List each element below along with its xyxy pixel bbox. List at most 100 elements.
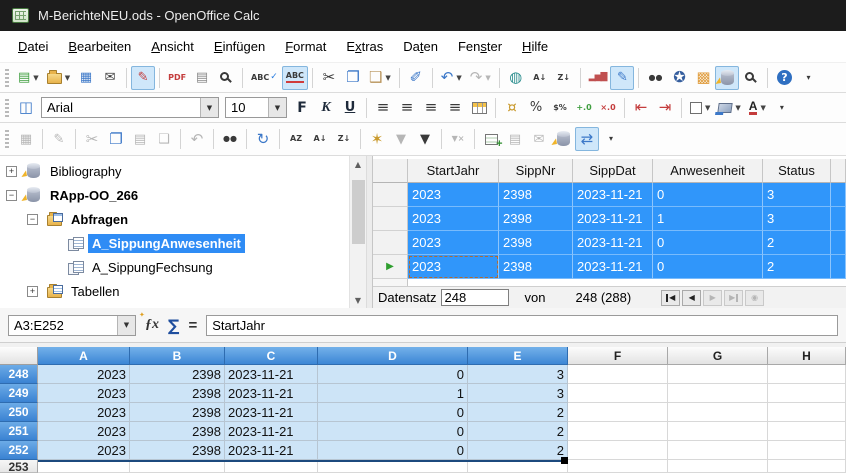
cell-G251[interactable] xyxy=(668,422,768,441)
expand-icon[interactable]: + xyxy=(27,286,38,297)
grid-cell-r0-status[interactable]: 3 xyxy=(763,183,831,207)
grid-cell-r2-sippnr[interactable]: 2398 xyxy=(499,231,573,255)
standard-format-button[interactable]: $% xyxy=(548,96,572,120)
cell-E252[interactable]: 2 xyxy=(468,441,568,460)
cell-F250[interactable] xyxy=(568,403,668,422)
current-document-datasource-button[interactable] xyxy=(551,127,575,151)
column-header-a[interactable]: A xyxy=(38,347,130,365)
underline-button[interactable]: U xyxy=(338,96,362,120)
grid-cell-r0-sippnr[interactable]: 2398 xyxy=(499,183,573,207)
cell-F252[interactable] xyxy=(568,441,668,460)
cell-G249[interactable] xyxy=(668,384,768,403)
new-document-button[interactable]: ▤▼ xyxy=(14,66,43,90)
menu-item-hilfe[interactable]: Hilfe xyxy=(512,33,558,60)
print-file-button[interactable]: ▤ xyxy=(190,66,214,90)
record-number-input[interactable] xyxy=(441,289,509,306)
save-document-button[interactable]: ▦ xyxy=(74,66,98,90)
select-all-corner[interactable] xyxy=(0,347,38,365)
sort-descending-button[interactable]: Z↓ xyxy=(332,127,356,151)
menu-item-bearbeiten[interactable]: Bearbeiten xyxy=(58,33,141,60)
grid-cell-r2-startjahr[interactable]: 2023 xyxy=(408,231,499,255)
row-header-252[interactable]: 252 xyxy=(0,441,38,460)
grid-row-selector[interactable] xyxy=(373,231,408,255)
grid-cell-r1-anwesenheit[interactable]: 1 xyxy=(653,207,763,231)
chevron-down-icon[interactable]: ▼ xyxy=(117,316,135,335)
previous-record-button[interactable]: ◀ xyxy=(682,290,701,306)
font-size-combobox[interactable]: 10 ▼ xyxy=(225,97,287,118)
grid-cell-r3-startjahr[interactable]: 2023 xyxy=(408,255,499,279)
scrollbar-thumb[interactable] xyxy=(352,180,365,244)
cell-D248[interactable]: 0 xyxy=(318,365,468,384)
auto-spellcheck-button[interactable]: ABC xyxy=(282,66,308,90)
merge-cells-button[interactable] xyxy=(467,96,491,120)
cell-A252[interactable]: 2023 xyxy=(38,441,130,460)
column-header-g[interactable]: G xyxy=(668,347,768,365)
row-header-248[interactable]: 248 xyxy=(0,365,38,384)
row-header-253[interactable]: 253 xyxy=(0,460,38,473)
cell-C248[interactable]: 2023-11-21 xyxy=(225,365,318,384)
name-box[interactable]: A3:E252 ▼ xyxy=(8,315,136,336)
show-draw-functions-button[interactable]: ✎ xyxy=(610,66,634,90)
standard-filter-button[interactable]: ▼ xyxy=(413,127,437,151)
increase-indent-button[interactable]: ⇥ xyxy=(653,96,677,120)
bold-button[interactable]: F xyxy=(290,96,314,120)
cell-H249[interactable] xyxy=(768,384,846,403)
tree-item-bibliography[interactable]: +Bibliography xyxy=(0,159,349,183)
cell-D251[interactable]: 0 xyxy=(318,422,468,441)
cell-A248[interactable]: 2023 xyxy=(38,365,130,384)
cell-B249[interactable]: 2398 xyxy=(130,384,225,403)
selection-handle[interactable] xyxy=(561,457,568,464)
tree-item-rapp-oo-266[interactable]: −RApp-OO_266 xyxy=(0,183,349,207)
grid-cell-r3-sippdat[interactable]: 2023-11-21 xyxy=(573,255,653,279)
row-header-249[interactable]: 249 xyxy=(0,384,38,403)
data-sources-button[interactable] xyxy=(715,66,739,90)
paste-button[interactable]: ❑▼ xyxy=(365,66,395,90)
cell-D252[interactable]: 0 xyxy=(318,441,468,460)
autofilter-button[interactable]: ✶ xyxy=(365,127,389,151)
column-header-f[interactable]: F xyxy=(568,347,668,365)
expand-icon[interactable]: + xyxy=(6,166,17,177)
grid-column-header-status[interactable]: Status xyxy=(763,159,831,183)
menu-item-ansicht[interactable]: Ansicht xyxy=(141,33,204,60)
grid-cell-r1-status[interactable]: 3 xyxy=(763,207,831,231)
explorer-scrollbar[interactable]: ▲ ▼ xyxy=(349,156,366,308)
grid-cell-r3-sippnr[interactable]: 2398 xyxy=(499,255,573,279)
column-header-b[interactable]: B xyxy=(130,347,225,365)
row-header-250[interactable]: 250 xyxy=(0,403,38,422)
grid-cell-r3-status[interactable]: 2 xyxy=(763,255,831,279)
grid-cell-r0-startjahr[interactable]: 2023 xyxy=(408,183,499,207)
grid-row-selector[interactable] xyxy=(373,207,408,231)
delete-decimal-place-button[interactable]: ×.0 xyxy=(596,96,620,120)
column-header-e[interactable]: E xyxy=(468,347,568,365)
styles-and-formatting-button[interactable]: ◫ xyxy=(14,96,38,120)
scroll-up-icon[interactable]: ▲ xyxy=(350,156,367,172)
cell-H252[interactable] xyxy=(768,441,846,460)
align-center-button[interactable]: ≡ xyxy=(395,96,419,120)
grid-cell-r1-sippnr[interactable]: 2398 xyxy=(499,207,573,231)
align-left-button[interactable]: ≡ xyxy=(371,96,395,120)
sort-ascending-button[interactable]: A↓ xyxy=(528,66,552,90)
cell-F248[interactable] xyxy=(568,365,668,384)
panel-splitter[interactable] xyxy=(366,156,373,308)
cell-B248[interactable]: 2398 xyxy=(130,365,225,384)
chevron-down-icon[interactable]: ▼ xyxy=(200,98,218,117)
grid-column-header-sippdat[interactable]: SippDat xyxy=(573,159,653,183)
font-name-combobox[interactable]: Arial ▼ xyxy=(41,97,219,118)
hyperlink-button[interactable]: ◍ xyxy=(504,66,528,90)
copy-button[interactable]: ❐ xyxy=(104,127,128,151)
menu-item-daten[interactable]: Daten xyxy=(393,33,448,60)
cell-G252[interactable] xyxy=(668,441,768,460)
tree-item-tabellen[interactable]: +Tabellen xyxy=(0,279,349,303)
background-color-button[interactable]: ▼ xyxy=(714,96,744,120)
scroll-down-icon[interactable]: ▼ xyxy=(350,292,367,308)
cut-button[interactable]: ✂ xyxy=(317,66,341,90)
cell-F249[interactable] xyxy=(568,384,668,403)
cell-C250[interactable]: 2023-11-21 xyxy=(225,403,318,422)
sort-button[interactable]: AZ xyxy=(284,127,308,151)
tree-item-a-sippunganwesenheit[interactable]: A_SippungAnwesenheit xyxy=(0,231,349,255)
column-header-c[interactable]: C xyxy=(225,347,318,365)
cell-F253[interactable] xyxy=(568,460,668,473)
toolbar-grip[interactable] xyxy=(5,130,9,148)
align-right-button[interactable]: ≡ xyxy=(419,96,443,120)
cell-B250[interactable]: 2398 xyxy=(130,403,225,422)
